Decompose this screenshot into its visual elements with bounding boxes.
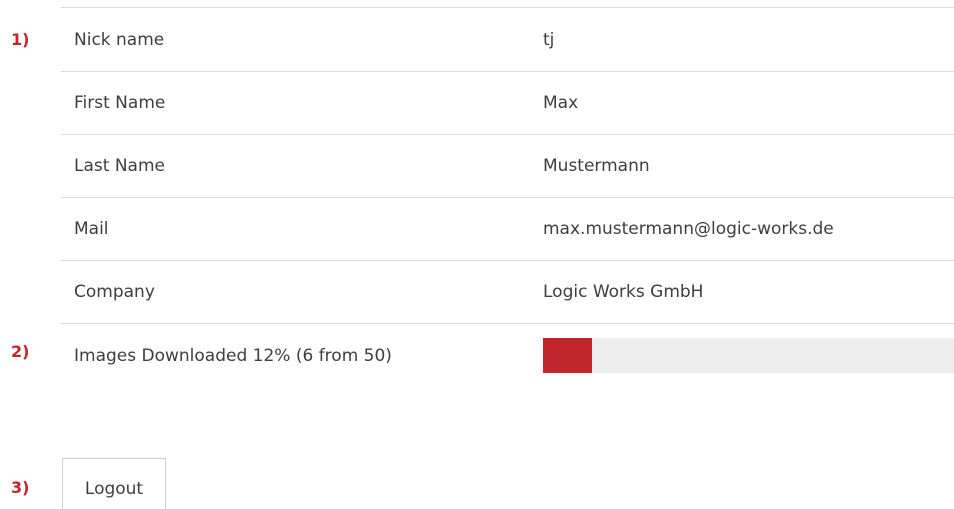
first-name-label: First Name bbox=[74, 93, 166, 113]
download-progress-fill bbox=[543, 338, 593, 373]
annotation-marker-2: 2) bbox=[11, 342, 30, 361]
company-label: Company bbox=[74, 282, 155, 302]
nick-name-label: Nick name bbox=[74, 30, 165, 50]
company-value: Logic Works GmbH bbox=[543, 282, 704, 302]
profile-page: 1) 2) 3) Nick name tj First Name Max Las… bbox=[0, 0, 954, 509]
profile-row-company: Company Logic Works GmbH bbox=[61, 261, 954, 324]
profile-row-last-name: Last Name Mustermann bbox=[61, 135, 954, 198]
mail-label: Mail bbox=[74, 219, 109, 239]
profile-row-first-name: First Name Max bbox=[61, 72, 954, 135]
annotation-marker-1: 1) bbox=[11, 30, 30, 49]
annotation-marker-3: 3) bbox=[11, 478, 30, 497]
mail-value: max.mustermann@logic-works.de bbox=[543, 219, 834, 239]
images-downloaded-label: Images Downloaded 12% (6 from 50) bbox=[74, 346, 392, 366]
logout-button[interactable]: Logout bbox=[62, 458, 166, 509]
top-divider bbox=[61, 7, 954, 8]
first-name-value: Max bbox=[543, 93, 579, 113]
download-progress-bar bbox=[543, 338, 954, 373]
profile-row-mail: Mail max.mustermann@logic-works.de bbox=[61, 198, 954, 261]
nick-name-value: tj bbox=[543, 30, 555, 50]
last-name-label: Last Name bbox=[74, 156, 165, 176]
last-name-value: Mustermann bbox=[543, 156, 650, 176]
profile-row-nick-name: Nick name tj bbox=[61, 9, 954, 72]
